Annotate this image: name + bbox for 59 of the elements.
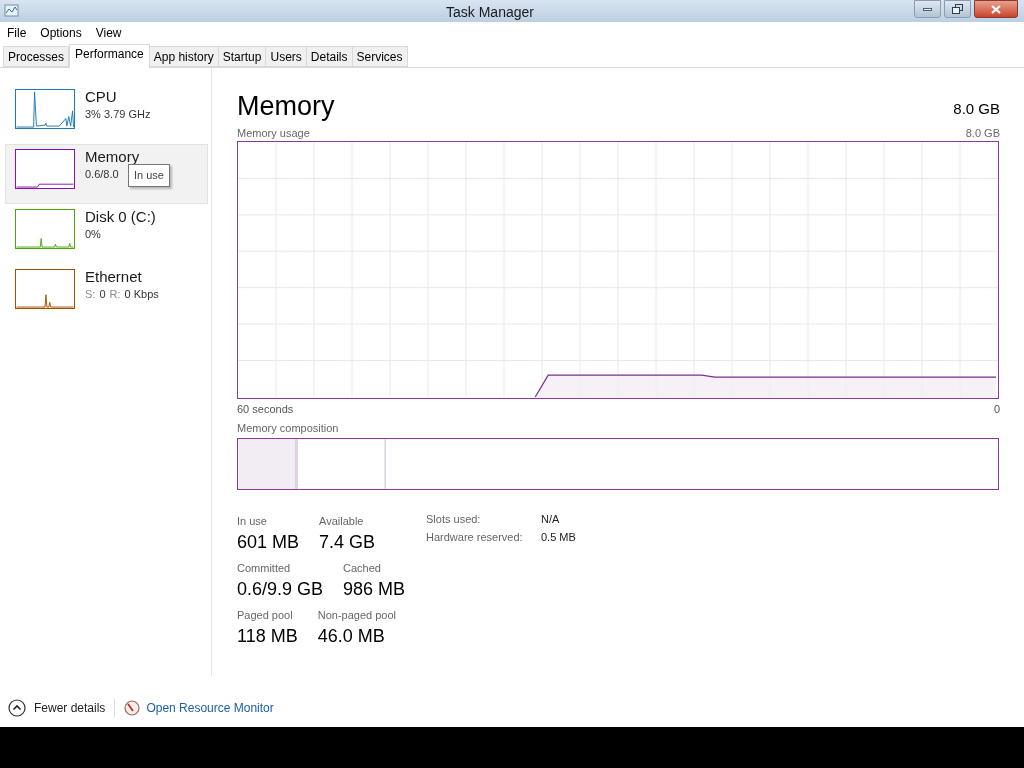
resource-detail: 3% 3.79 GHz: [85, 107, 151, 122]
restore-icon: [952, 4, 963, 14]
graph-label: Memory usage: [237, 126, 310, 140]
stat-value: 986 MB: [343, 578, 406, 601]
resource-name: Ethernet: [85, 267, 143, 287]
close-icon: [991, 4, 1001, 14]
stat-label: Available: [319, 514, 365, 528]
menu-item[interactable]: Options: [40, 24, 82, 42]
detail-label: Hardware reserved:: [426, 530, 524, 544]
resource-detail: 0.6/8.0: [85, 167, 119, 182]
resource-detail: 0 Kbps: [124, 287, 159, 302]
menu-item[interactable]: File: [7, 24, 27, 42]
detail-value: N/A: [541, 512, 560, 526]
sidebar-item[interactable]: Ethernet S: 0 R: 0 Kbps: [5, 264, 208, 324]
resource-name: Disk 0 (C:): [85, 207, 156, 227]
tab[interactable]: Startup: [218, 46, 267, 67]
tab[interactable]: Details: [306, 46, 353, 67]
sidebar-item[interactable]: Disk 0 (C:) 0%: [5, 204, 208, 264]
restore-button[interactable]: [944, 0, 971, 18]
minimize-button[interactable]: [914, 0, 941, 18]
page-title: Memory: [237, 90, 335, 122]
composition-label: Memory composition: [237, 421, 340, 435]
stat-label: Committed: [237, 561, 292, 575]
stat-value: 0.6/9.9 GB: [237, 578, 324, 601]
tab[interactable]: Processes: [3, 46, 70, 67]
resource-detail: 0: [99, 287, 106, 302]
resource-detail: S:: [85, 287, 96, 302]
axis-end-label: 0: [993, 402, 1000, 416]
resource-name: Memory: [85, 147, 140, 167]
axis-start-label: 60 seconds: [237, 402, 294, 416]
stat-value: 7.4 GB: [319, 531, 376, 554]
window-title: Task Manager: [445, 3, 535, 22]
stat-label: Cached: [343, 561, 382, 575]
resource-monitor-link[interactable]: Open Resource Monitor: [146, 698, 274, 717]
detail-label: Slots used:: [426, 512, 482, 526]
tooltip: In use: [128, 164, 170, 187]
menu-item[interactable]: View: [95, 24, 122, 42]
close-button[interactable]: [974, 0, 1018, 18]
app-icon: [4, 4, 20, 18]
stat-label: In use: [237, 514, 268, 528]
fewer-details-button[interactable]: Fewer details: [8, 698, 106, 717]
tab[interactable]: Services: [352, 46, 408, 67]
stat-label: Non-paged pool: [317, 608, 396, 622]
stat-value: 601 MB: [237, 531, 300, 554]
chevron-up-icon: [8, 698, 26, 717]
stat-value: 46.0 MB: [317, 625, 386, 648]
gauge-icon: [124, 699, 141, 716]
tab[interactable]: Users: [266, 46, 307, 67]
graph-max-label: 8.0 GB: [965, 126, 1000, 140]
tab[interactable]: Performance: [69, 44, 150, 68]
sidebar-item[interactable]: CPU 3% 3.79 GHz: [5, 84, 208, 144]
stat-value: 118 MB: [237, 625, 298, 648]
tab[interactable]: App history: [149, 46, 219, 67]
stat-label: Paged pool: [237, 608, 294, 622]
resource-detail: 0%: [85, 227, 101, 242]
total-memory: 8.0 GB: [953, 98, 1000, 119]
resource-name: CPU: [85, 87, 118, 107]
resource-detail: R:: [109, 287, 121, 302]
detail-value: 0.5 MB: [541, 530, 576, 544]
